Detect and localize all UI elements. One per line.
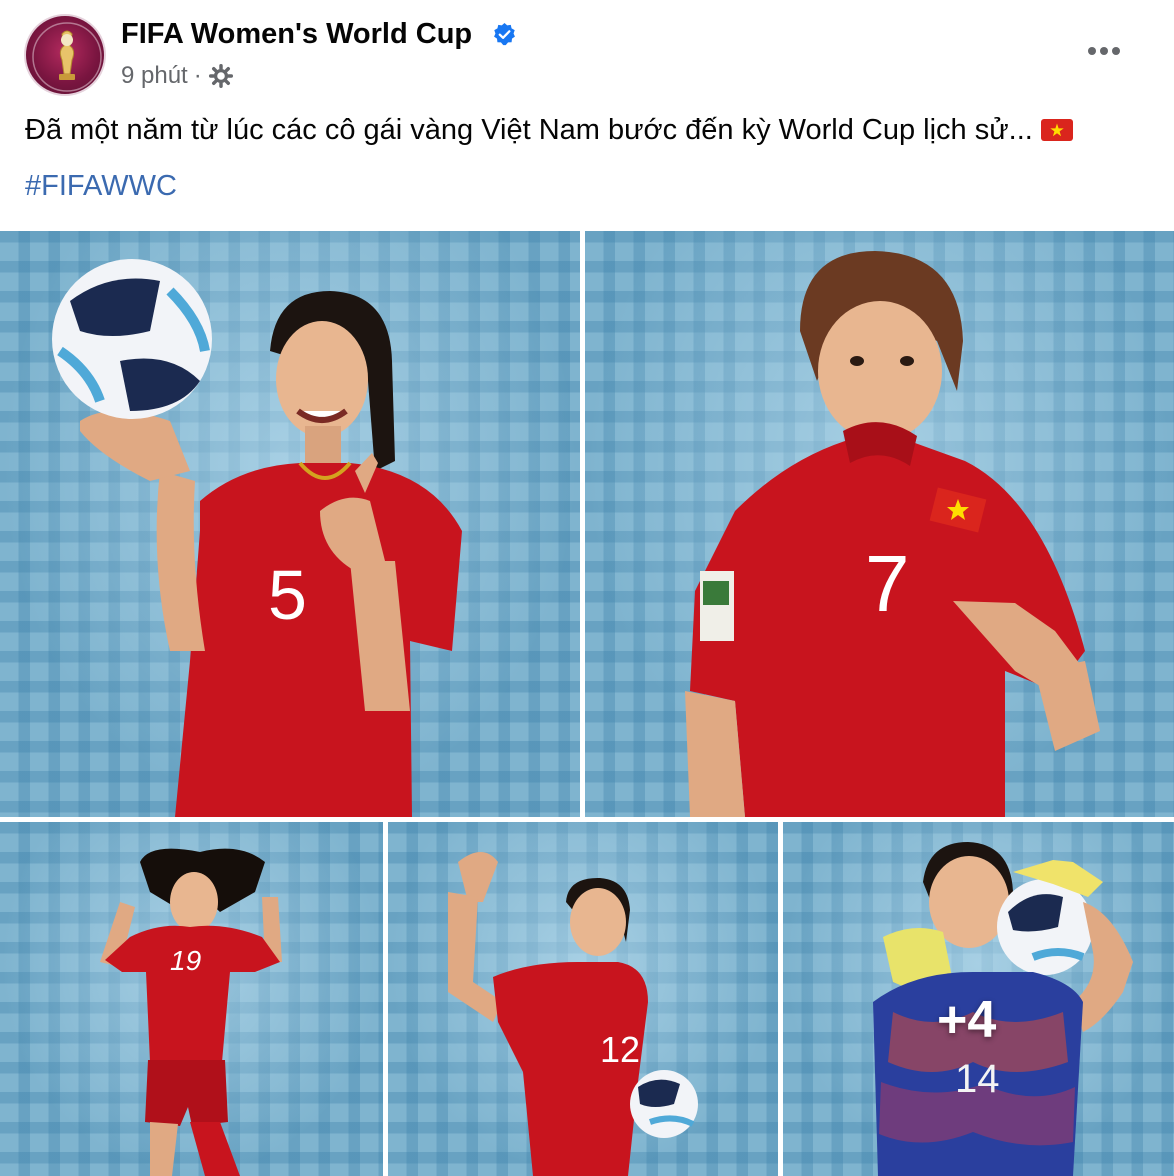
jersey-number: 14 bbox=[955, 1057, 1000, 1101]
more-photos-count[interactable]: +4 bbox=[937, 990, 996, 1050]
jersey-number: 7 bbox=[865, 539, 910, 628]
post-timestamp[interactable]: 9 phút bbox=[121, 62, 188, 90]
meta-separator: · bbox=[193, 62, 202, 89]
trophy-logo-icon bbox=[32, 22, 102, 92]
more-dot bbox=[1100, 47, 1108, 55]
photo-4[interactable]: 12 bbox=[388, 822, 778, 1176]
photo-2[interactable]: 7 bbox=[585, 231, 1174, 817]
jersey-number: 12 bbox=[600, 1029, 640, 1070]
post-text-content: Đã một năm từ lúc các cô gái vàng Việt N… bbox=[25, 114, 1033, 146]
player-figure-3: 19 bbox=[100, 848, 282, 1176]
player-figure-1: 5 bbox=[52, 259, 462, 817]
jersey-number: 5 bbox=[268, 556, 307, 634]
post-meta: 9 phút · bbox=[121, 62, 234, 90]
post-header: FIFA Women's World Cup 9 phút · Đã một n… bbox=[0, 0, 1174, 230]
more-options-button[interactable] bbox=[1084, 34, 1124, 68]
player-figure-4: 12 bbox=[448, 852, 698, 1176]
player-figure-2: 7 bbox=[685, 251, 1100, 817]
vietnam-flag-icon bbox=[1040, 119, 1073, 141]
hashtag-link[interactable]: #FIFAWWC bbox=[25, 170, 177, 203]
more-dot bbox=[1088, 47, 1096, 55]
page-name[interactable]: FIFA Women's World Cup bbox=[121, 18, 472, 51]
post-text: Đã một năm từ lúc các cô gái vàng Việt N… bbox=[25, 114, 1073, 147]
photo-3[interactable]: 19 bbox=[0, 822, 383, 1176]
page-avatar[interactable] bbox=[24, 14, 106, 96]
jersey-number: 19 bbox=[170, 945, 201, 976]
gear-globe-icon[interactable] bbox=[208, 63, 234, 89]
more-dot bbox=[1112, 47, 1120, 55]
verified-badge-icon bbox=[494, 23, 515, 46]
photo-1[interactable]: 5 bbox=[0, 231, 580, 817]
